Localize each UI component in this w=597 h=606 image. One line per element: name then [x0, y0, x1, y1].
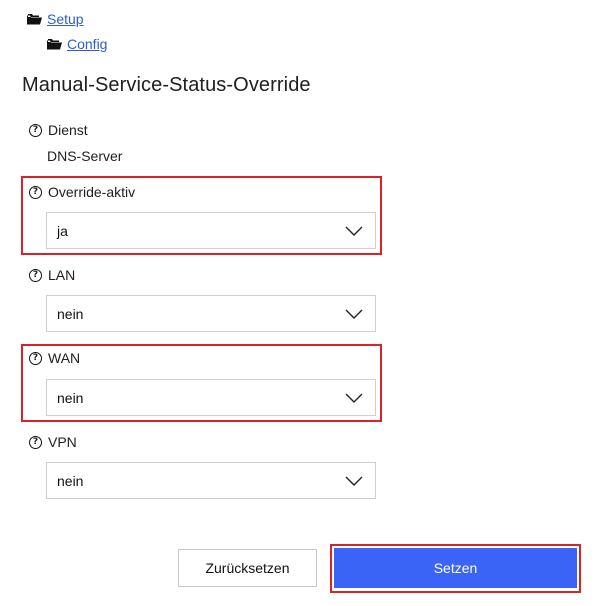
field-label-lan: ? LAN: [29, 267, 75, 283]
breadcrumb-item-config: Config: [47, 36, 107, 52]
chevron-down-icon: [345, 393, 363, 403]
chevron-down-icon: [345, 226, 363, 236]
override-select-value: ja: [57, 222, 68, 239]
wan-select-value: nein: [57, 389, 84, 406]
breadcrumb-item-setup: Setup: [27, 11, 84, 27]
set-button[interactable]: Setzen: [334, 548, 577, 588]
chevron-down-icon: [345, 476, 363, 486]
dienst-value: DNS-Server: [47, 148, 123, 164]
folder-icon: [27, 13, 42, 24]
page-title: Manual-Service-Status-Override: [22, 74, 311, 96]
question-circle-icon[interactable]: ?: [29, 268, 42, 282]
chevron-down-icon: [345, 309, 363, 319]
vpn-select[interactable]: nein: [46, 462, 376, 499]
override-select[interactable]: ja: [46, 212, 376, 249]
dienst-label: Dienst: [48, 122, 88, 138]
field-label-vpn: ? VPN: [29, 434, 77, 450]
field-label-wan: ? WAN: [29, 350, 80, 366]
breadcrumb-link-setup[interactable]: Setup: [47, 11, 84, 27]
wan-label: WAN: [48, 350, 81, 366]
lan-select-value: nein: [57, 305, 84, 322]
wan-select[interactable]: nein: [46, 379, 376, 416]
field-label-dienst: ? Dienst: [29, 122, 88, 138]
question-circle-icon[interactable]: ?: [29, 185, 42, 199]
question-circle-icon[interactable]: ?: [29, 351, 42, 365]
folder-icon: [47, 38, 62, 49]
vpn-label: VPN: [48, 434, 77, 450]
question-circle-icon[interactable]: ?: [29, 123, 42, 137]
field-label-override: ? Override-aktiv: [29, 184, 135, 200]
override-label: Override-aktiv: [48, 184, 136, 200]
lan-label: LAN: [48, 267, 76, 283]
lan-select[interactable]: nein: [46, 295, 376, 332]
question-circle-icon[interactable]: ?: [29, 435, 42, 449]
reset-button[interactable]: Zurücksetzen: [178, 549, 317, 587]
vpn-select-value: nein: [57, 472, 84, 489]
breadcrumb-link-config[interactable]: Config: [67, 36, 107, 52]
